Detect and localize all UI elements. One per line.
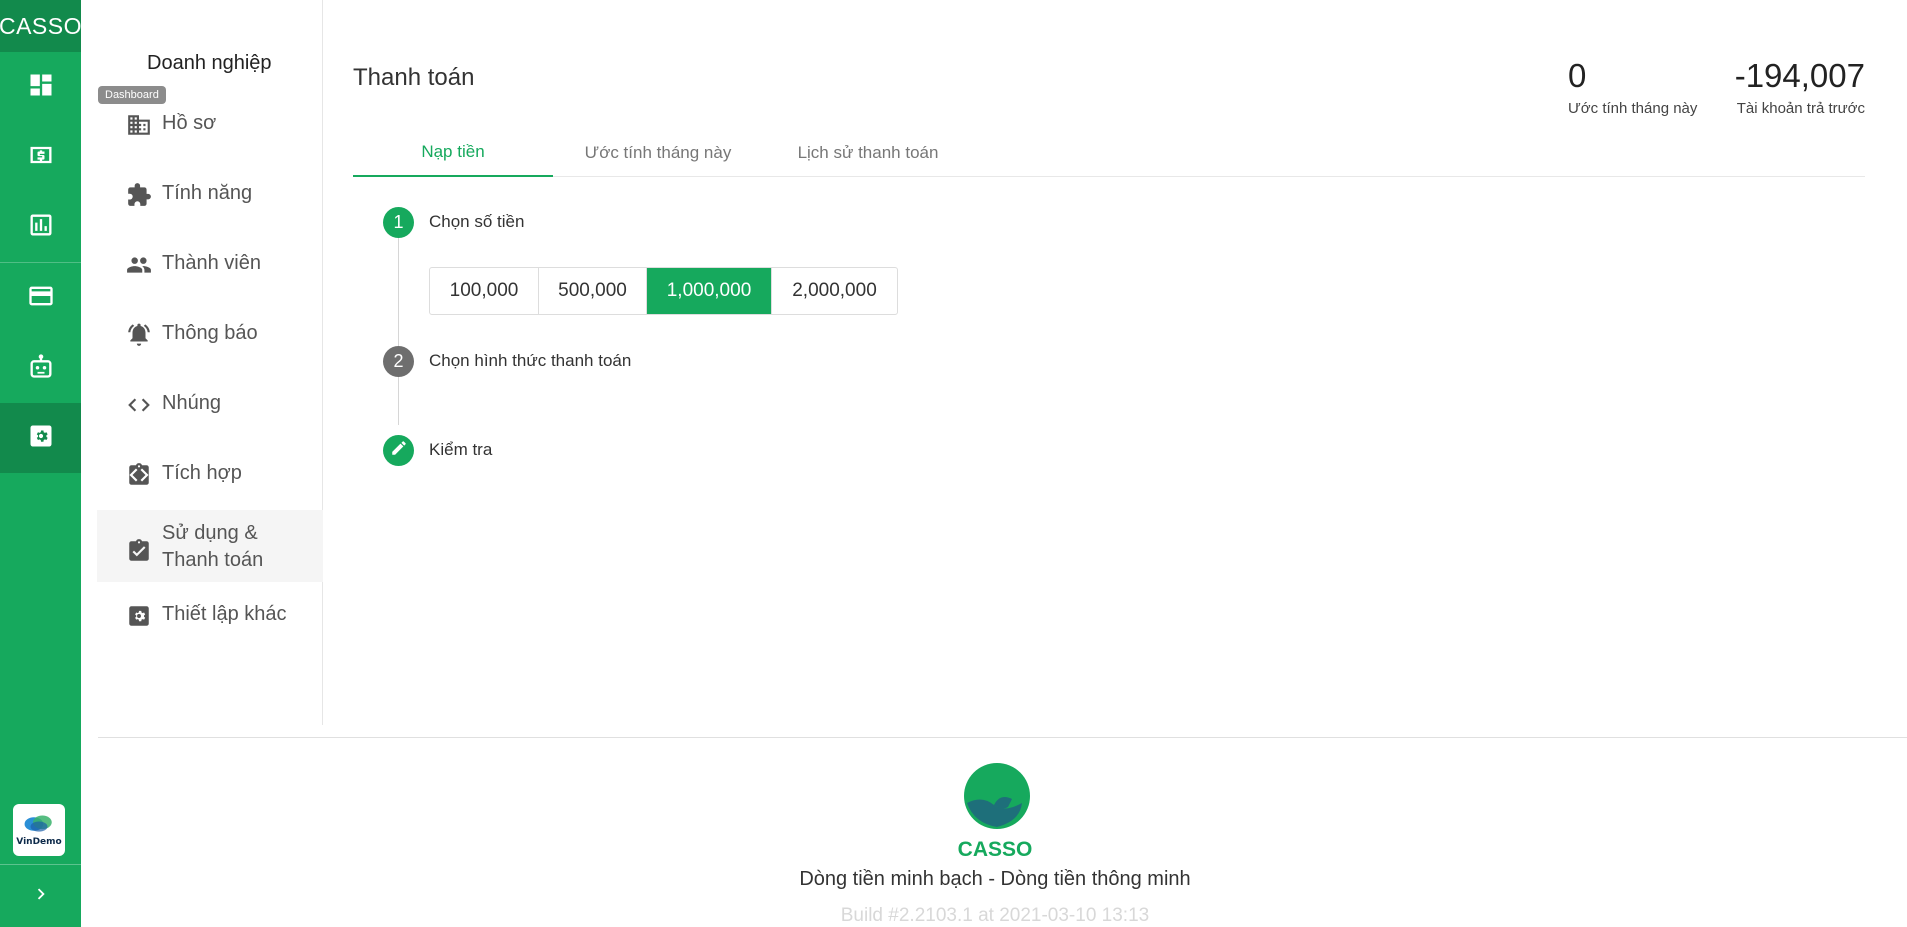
step-label-3: Kiểm tra <box>429 440 493 459</box>
card-icon <box>27 282 55 315</box>
rail-item-settings[interactable] <box>0 403 81 473</box>
submenu-item-label: Nhúng <box>162 392 221 414</box>
tab-nap-tien[interactable]: Nạp tiền <box>353 128 553 177</box>
amount-option[interactable]: 2,000,000 <box>772 268 897 314</box>
submenu-item-tich-hop[interactable]: Tích hợp <box>97 462 323 488</box>
footer-tagline: Dòng tiền minh bạch - Dòng tiền thông mi… <box>799 868 1191 890</box>
rail-item-money[interactable] <box>0 122 81 192</box>
payment-tabs: Nạp tiền Ước tính tháng này Lịch sử than… <box>353 128 1865 177</box>
amount-option-selected[interactable]: 1,000,000 <box>647 268 772 314</box>
stat-prepaid-value: -194,007 <box>1734 57 1865 94</box>
submenu-item-label: Tính năng <box>162 182 253 204</box>
settings-box-icon <box>126 603 152 629</box>
rail-item-dashboard[interactable] <box>0 52 81 122</box>
submenu-item-label: Thành viên <box>162 252 261 274</box>
code-icon <box>126 392 152 418</box>
stat-prepaid: -194,007 Tài khoản trả trước <box>1735 59 1865 117</box>
dashboard-tooltip: Dashboard <box>98 86 166 104</box>
brand-logo[interactable]: CASSO <box>0 0 82 52</box>
submenu-item-label: Thiết lập khác <box>162 603 287 625</box>
stat-estimate-label: Ước tính tháng này <box>1568 100 1698 117</box>
stat-estimate-value: 0 <box>1568 57 1587 94</box>
vindemo-logo-icon <box>24 815 52 832</box>
clipboard-check-icon <box>126 538 152 564</box>
amount-option[interactable]: 500,000 <box>539 268 647 314</box>
step-label-1: Chọn số tiền <box>429 212 525 231</box>
amount-selector: 100,000 500,000 1,000,000 2,000,000 <box>429 267 898 315</box>
settings-icon <box>27 422 55 455</box>
step-label-2: Chọn hình thức thanh toán <box>429 351 632 370</box>
submenu-item-tinh-nang[interactable]: Tính năng <box>97 182 323 208</box>
page-title: Thanh toán <box>353 64 475 91</box>
report-icon <box>27 211 55 244</box>
submenu-item-thiet-lap-khac[interactable]: Thiết lập khác <box>97 603 323 629</box>
submenu-item-thong-bao[interactable]: Thông báo <box>97 322 323 348</box>
money-icon <box>27 141 55 174</box>
footer-brand: CASSO <box>957 838 1033 861</box>
submenu-item-label: Sử dụng & Thanh toán <box>162 522 264 571</box>
tab-lich-su[interactable]: Lịch sử thanh toán <box>763 128 973 177</box>
people-icon <box>126 252 152 278</box>
rail-item-card[interactable] <box>0 263 81 333</box>
integration-icon <box>126 462 152 488</box>
tab-uoc-tinh[interactable]: Ước tính tháng này <box>553 128 763 177</box>
step-connector <box>398 238 399 346</box>
bell-icon <box>126 322 152 348</box>
step-number-2: 2 <box>383 346 414 377</box>
building-icon <box>126 112 152 138</box>
footer-build: Build #2.2103.1 at 2021-03-10 13:13 <box>840 905 1150 926</box>
submenu-item-su-dung-thanh-toan[interactable]: Sử dụng & Thanh toán <box>97 510 323 582</box>
rail-item-bot[interactable] <box>0 333 81 403</box>
submenu-item-label: Tích hợp <box>162 462 242 484</box>
puzzle-icon <box>126 182 152 208</box>
settings-submenu: Doanh nghiệp Hồ sơ Tính năng Thành viên … <box>81 0 323 725</box>
submenu-title: Doanh nghiệp <box>147 52 272 74</box>
casso-logo-icon <box>964 763 1030 829</box>
rail-item-report[interactable] <box>0 192 81 262</box>
dashboard-icon <box>27 71 55 104</box>
robot-icon <box>27 352 55 385</box>
submenu-item-thanh-vien[interactable]: Thành viên <box>97 252 323 278</box>
submenu-item-ho-so[interactable]: Hồ sơ <box>97 112 323 138</box>
left-rail: CASSO VinDemo <box>0 0 82 927</box>
submenu-item-label: Thông báo <box>162 322 258 344</box>
amount-option[interactable]: 100,000 <box>430 268 539 314</box>
submenu-item-nhung[interactable]: Nhúng <box>97 392 323 418</box>
stat-prepaid-label: Tài khoản trả trước <box>1736 100 1865 117</box>
step-number-1: 1 <box>383 207 414 238</box>
step-connector <box>398 377 399 425</box>
stat-estimate: 0 Ước tính tháng này <box>1568 59 1697 117</box>
footer-divider <box>98 737 1907 738</box>
pencil-icon <box>390 439 408 462</box>
step-3-marker <box>383 435 414 466</box>
submenu-item-label: Hồ sơ <box>162 112 217 134</box>
